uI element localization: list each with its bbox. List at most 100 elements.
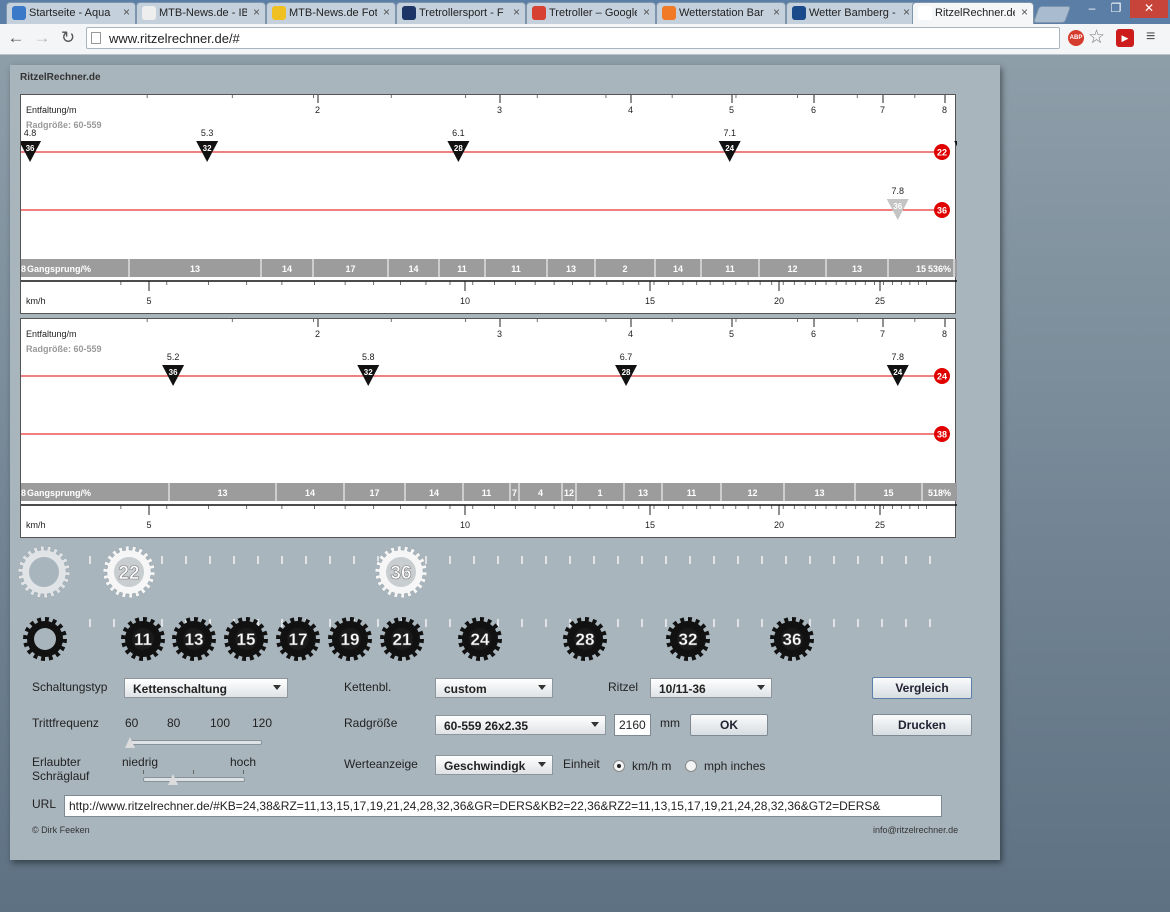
close-tab-icon[interactable]: × (1021, 5, 1028, 19)
minimize-button[interactable]: – (1080, 0, 1104, 18)
gear-marker-teeth: 28 (454, 144, 463, 153)
schraeglauf-slider-thumb[interactable] (168, 774, 178, 785)
tick-label: 4 (628, 329, 633, 339)
chevron-down-icon (591, 722, 599, 727)
gear-ratio-label: 6.1 (452, 128, 465, 138)
page-icon (918, 6, 932, 20)
gear-ratio-label: 5.2 (167, 352, 180, 362)
chart-wheel-label: Radgröße: 60-559 (26, 120, 102, 130)
cog-label: 15 (237, 630, 256, 649)
hoch-label: hoch (230, 755, 257, 769)
tick-label: 3 (497, 329, 502, 339)
gear-marker-teeth: 24 (725, 144, 734, 153)
ok-button[interactable]: OK (690, 714, 768, 736)
app-title: RitzelRechner.de (20, 72, 101, 83)
speed-tick-label: 5 (146, 296, 151, 306)
close-tab-icon[interactable]: × (773, 5, 780, 19)
browser-tab[interactable]: Tretroller – Google × (526, 2, 656, 24)
browser-tab[interactable]: MTB-News.de - IB × (136, 2, 266, 24)
ritzelrechner-app: RitzelRechner.de Entfaltung/m Radgröße: 6… (10, 65, 1000, 860)
browser-tab[interactable]: Wetterstation Bar × (656, 2, 786, 24)
trittfrequenz-label: Trittfrequenz (32, 716, 99, 730)
chevron-down-icon (538, 762, 546, 767)
chainring-badge-label: 38 (937, 430, 947, 440)
tick-label: 8 (942, 105, 947, 115)
back-icon[interactable]: ← (6, 28, 26, 48)
browser-tab-title: Tretroller – Google (549, 7, 637, 19)
werteanzeige-select[interactable]: Geschwindigk (435, 755, 553, 775)
browser-tab[interactable]: Startseite - Aqua × (6, 2, 136, 24)
gangsprung-value: 13 (190, 264, 200, 274)
gangsprung-value: 12 (787, 264, 797, 274)
gear-chart-2: Entfaltung/m Radgröße: 60-559 2 3 4 5 6 7 8 24 5.2… (20, 318, 957, 538)
browser-tab[interactable]: Wetter Bamberg - × (786, 2, 916, 24)
gear-marker-teeth: 28 (622, 368, 631, 377)
new-tab-button[interactable] (1032, 6, 1072, 23)
browser-tab-title: Wetterstation Bar (679, 7, 764, 19)
kettenblatt-value: custom (444, 682, 487, 696)
close-tab-icon[interactable]: × (643, 5, 650, 19)
gangsprung-value: 13 (566, 264, 576, 274)
radgroesse-select[interactable]: 60-559 26x2.35 (435, 715, 606, 735)
close-tab-icon[interactable]: × (903, 5, 910, 19)
unit-kmh-radio[interactable] (613, 760, 625, 772)
gear-marker-teeth: 36 (893, 202, 902, 211)
contact-email-link[interactable]: info@ritzelrechner.de (873, 825, 958, 835)
tick-label: 2 (315, 105, 320, 115)
gangsprung-value: 11 (482, 488, 492, 498)
maximize-button[interactable]: ❐ (1104, 0, 1128, 18)
schaltungstyp-value: Kettenschaltung (133, 682, 228, 696)
youtube-extension-icon[interactable]: ▶ (1116, 29, 1134, 47)
drucken-button[interactable]: Drucken (872, 714, 972, 736)
vergleich-button[interactable]: Vergleich (872, 677, 972, 699)
browser-tab[interactable]: MTB-News.de Foto × (266, 2, 396, 24)
speed-tick-label: 25 (875, 296, 885, 306)
close-tab-icon[interactable]: × (513, 5, 520, 19)
reload-icon[interactable]: ↻ (58, 28, 78, 48)
close-window-button[interactable]: ✕ (1130, 0, 1168, 18)
browser-tab[interactable]: Tretrollersport - F × (396, 2, 526, 24)
bookmark-star-icon[interactable]: ☆ (1088, 26, 1105, 49)
browser-tab-bar: Startseite - Aqua × MTB-News.de - IB × MTB-N… (0, 0, 1170, 24)
cog-label: 17 (289, 630, 308, 649)
cog-label: 24 (471, 630, 490, 649)
adblock-icon[interactable]: ABP (1068, 30, 1084, 46)
forward-icon[interactable]: → (32, 28, 52, 48)
chart-wheel-label: Radgröße: 60-559 (26, 344, 102, 354)
close-tab-icon[interactable]: × (123, 5, 130, 19)
tick-label: 6 (811, 105, 816, 115)
gear-selector[interactable]: 22 36 11 13 15 17 19 21 24 28 32 36 (10, 543, 1000, 683)
gear-marker-teeth: 36 (26, 144, 35, 153)
gangsprung-value: 2 (622, 264, 627, 274)
flower-icon (662, 6, 676, 20)
close-tab-icon[interactable]: × (383, 5, 390, 19)
circumference-input[interactable]: 2160 (614, 714, 651, 736)
tick-label: 5 (729, 329, 734, 339)
cadence-slider-thumb[interactable] (125, 737, 135, 748)
schaltungstyp-select[interactable]: Kettenschaltung (124, 678, 288, 698)
speed-tick-label: 15 (645, 520, 655, 530)
copyright-text: © Dirk Feeken (32, 825, 90, 835)
kettenblatt-select[interactable]: custom (435, 678, 553, 698)
gear-ratio-label: 5.8 (362, 352, 375, 362)
unit-mph-radio[interactable] (685, 760, 697, 772)
menu-icon[interactable]: ≡ (1146, 28, 1155, 46)
browser-tab-title: MTB-News.de - IB (159, 7, 247, 19)
gear-marker-teeth: 32 (364, 368, 373, 377)
cadence-slider-track[interactable] (130, 740, 262, 745)
gangsprung-value: 15 (883, 488, 893, 498)
address-bar[interactable]: www.ritzelrechner.de/# (86, 27, 1060, 49)
browser-tab-title: Tretrollersport - F (419, 7, 504, 19)
tick-label: 2 (315, 329, 320, 339)
page-icon (142, 6, 156, 20)
ritzel-select[interactable]: 10/11-36 (650, 678, 772, 698)
chainring-label: 36 (390, 563, 411, 584)
share-url-input[interactable]: http://www.ritzelrechner.de/#KB=24,38&RZ… (64, 795, 942, 817)
schraeglauf-slider-track[interactable] (143, 777, 245, 782)
chart-ylabel: Entfaltung/m (26, 105, 77, 115)
close-tab-icon[interactable]: × (253, 5, 260, 19)
browser-tab[interactable]: RitzelRechner.de × (912, 2, 1034, 24)
address-bar-url: www.ritzelrechner.de/# (109, 31, 240, 46)
speed-tick-label: 10 (460, 520, 470, 530)
gangsprung-value: 12 (747, 488, 757, 498)
